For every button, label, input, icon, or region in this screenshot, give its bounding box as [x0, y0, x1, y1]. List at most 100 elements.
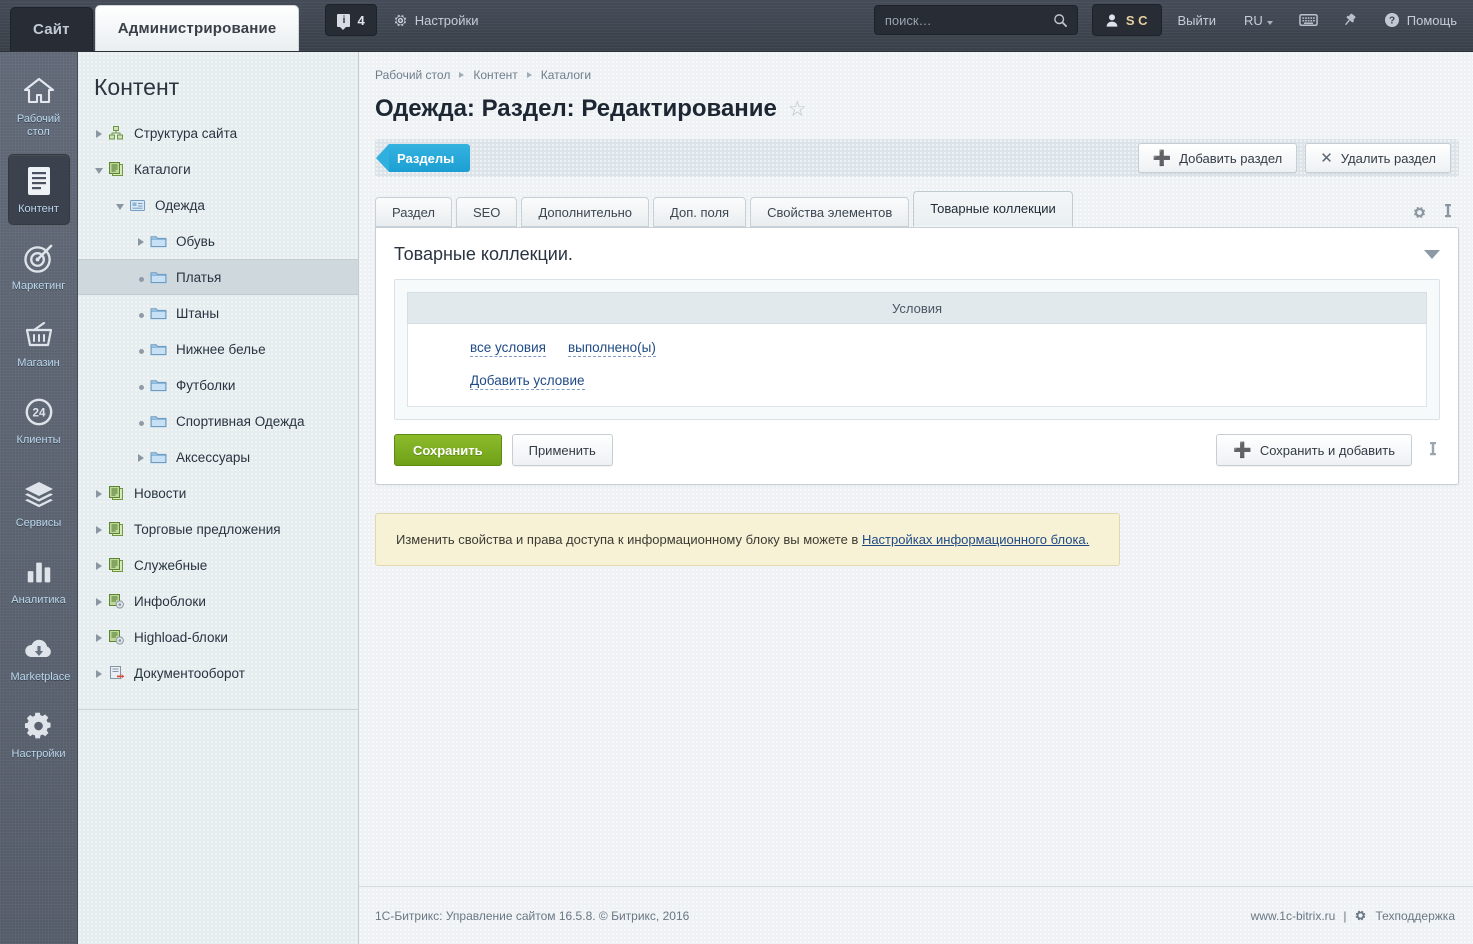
tab-1[interactable]: Раздел	[375, 197, 452, 227]
section-icon	[129, 198, 151, 213]
sidebar-item-desktop[interactable]: Рабочий стол	[8, 64, 70, 148]
breadcrumb-item-0[interactable]: Рабочий стол	[375, 68, 450, 82]
tree-node[interactable]: Документооборот	[78, 655, 358, 691]
logout-link[interactable]: Выйти	[1166, 13, 1229, 28]
user-button[interactable]: S C	[1092, 4, 1162, 36]
chevron-right-icon[interactable]	[90, 630, 108, 645]
tree-node[interactable]: Highload-блоки	[78, 619, 358, 655]
tree-node-label: Инфоблоки	[130, 594, 206, 609]
tab-administration[interactable]: Администрирование	[95, 5, 300, 51]
tree-node[interactable]: Платья	[78, 259, 358, 295]
chevron-down-icon[interactable]	[111, 198, 129, 213]
language-switcher[interactable]: RU	[1232, 13, 1285, 28]
tab-4[interactable]: Доп. поля	[653, 197, 746, 227]
sidebar-item-analytics[interactable]: Аналитика	[8, 545, 70, 616]
chevron-right-icon[interactable]	[90, 594, 108, 609]
top-bar: Сайт Администрирование i 4 Настройки	[0, 0, 1473, 52]
footer-support-link[interactable]: Техподдержка	[1375, 909, 1455, 923]
tree-node-label: Структура сайта	[130, 126, 237, 141]
tree-node[interactable]: Аксессуары	[78, 439, 358, 475]
footer-site-link[interactable]: www.1c-bitrix.ru	[1251, 909, 1336, 923]
sidebar-item-marketplace[interactable]: Marketplace	[8, 622, 70, 693]
tab-2[interactable]: SEO	[456, 197, 517, 227]
chevron-right-icon[interactable]	[132, 450, 150, 465]
footer-divider: |	[1343, 909, 1346, 923]
tree-node[interactable]: Торговые предложения	[78, 511, 358, 547]
tree-node[interactable]: Штаны	[78, 295, 358, 331]
condition-result-link[interactable]: выполнено(ы)	[568, 340, 656, 357]
breadcrumb-item-1[interactable]: Контент	[473, 68, 517, 82]
search-box[interactable]	[874, 5, 1078, 35]
info-notice: Изменить свойства и права доступа к инфо…	[375, 513, 1120, 566]
settings-link[interactable]: Настройки	[381, 4, 491, 36]
save-button[interactable]: Сохранить	[394, 434, 502, 466]
sidebar-item-settings[interactable]: Настройки	[8, 699, 70, 770]
folder-icon	[150, 270, 172, 284]
tree-node[interactable]: Новости	[78, 475, 358, 511]
chevron-right-icon[interactable]	[90, 486, 108, 501]
chevron-right-icon[interactable]	[90, 558, 108, 573]
tree-node[interactable]: Инфоблоки	[78, 583, 358, 619]
tree-node[interactable]: Спортивная Одежда	[78, 403, 358, 439]
tree-node[interactable]: Нижнее белье	[78, 331, 358, 367]
search-icon[interactable]	[1053, 13, 1068, 28]
notifications-button[interactable]: i 4	[325, 4, 376, 36]
tab-3[interactable]: Дополнительно	[521, 197, 649, 227]
iblock-icon	[108, 485, 130, 501]
cloud-download-icon	[11, 632, 67, 666]
tab-site[interactable]: Сайт	[10, 7, 93, 51]
settings-link-label: Настройки	[415, 13, 479, 28]
chevron-right-icon	[459, 72, 464, 78]
add-section-label: Добавить раздел	[1179, 151, 1282, 166]
tab-5[interactable]: Свойства элементов	[750, 197, 909, 227]
search-input[interactable]	[875, 6, 1077, 34]
pin-icon[interactable]	[1332, 12, 1368, 28]
chevron-right-icon[interactable]	[90, 522, 108, 537]
iblock-settings-link[interactable]: Настройках информационного блока.	[862, 532, 1089, 547]
pin-icon[interactable]	[1426, 441, 1440, 459]
form-tabstrip: РазделSEOДополнительноДоп. поляСвойства …	[375, 191, 1459, 227]
tree-node[interactable]: Одежда	[78, 187, 358, 223]
add-section-button[interactable]: ➕ Добавить раздел	[1138, 143, 1298, 173]
sections-ribbon-label: Разделы	[397, 151, 454, 166]
sidebar-item-shop[interactable]: Магазин	[8, 308, 70, 379]
save-and-add-button[interactable]: ➕ Сохранить и добавить	[1216, 434, 1412, 466]
tree-node[interactable]: Структура сайта	[78, 115, 358, 151]
chevron-right-icon[interactable]	[90, 126, 108, 141]
pin-icon[interactable]	[1441, 203, 1455, 221]
chevron-right-icon[interactable]	[132, 234, 150, 249]
target-icon	[11, 241, 67, 275]
tree-node[interactable]: Обувь	[78, 223, 358, 259]
sidebar-item-marketing[interactable]: Маркетинг	[8, 231, 70, 302]
star-icon[interactable]: ☆	[788, 99, 807, 120]
folder-icon	[150, 450, 172, 464]
chevron-down-icon[interactable]	[90, 162, 108, 177]
tree-node[interactable]: Служебные	[78, 547, 358, 583]
keyboard-icon[interactable]	[1289, 13, 1328, 27]
delete-section-button[interactable]: ✕ Удалить раздел	[1305, 143, 1451, 173]
sections-ribbon-button[interactable]: Разделы	[389, 144, 470, 172]
sidebar-item-services[interactable]: Сервисы	[8, 468, 70, 539]
leaf-dot-icon	[132, 306, 150, 321]
breadcrumb-item-2[interactable]: Каталоги	[541, 68, 591, 82]
iblock-icon	[108, 557, 130, 573]
gear-icon[interactable]	[1412, 205, 1427, 220]
add-condition-row: Добавить условие	[470, 373, 1408, 388]
left-rail: Рабочий стол Контент Маркетинг Магазин 2…	[0, 52, 78, 944]
sidebar-item-clients[interactable]: 24 Клиенты	[8, 385, 70, 456]
help-link[interactable]: ? Помощь	[1372, 4, 1473, 36]
chevron-down-icon[interactable]	[1424, 250, 1440, 259]
apply-button[interactable]: Применить	[512, 434, 613, 466]
info-icon: i	[337, 14, 350, 27]
tab-6[interactable]: Товарные коллекции	[913, 191, 1073, 227]
chevron-right-icon[interactable]	[90, 666, 108, 681]
folder-icon	[150, 378, 172, 392]
add-condition-link[interactable]: Добавить условие	[470, 373, 585, 390]
panel-heading: Товарные коллекции.	[394, 244, 573, 265]
sidebar-item-content[interactable]: Контент	[8, 154, 70, 225]
tree-node[interactable]: Каталоги	[78, 151, 358, 187]
document-icon	[11, 164, 67, 198]
condition-all-link[interactable]: все условия	[470, 340, 546, 357]
top-bar-tabs: Сайт Администрирование	[0, 0, 299, 51]
tree-node[interactable]: Футболки	[78, 367, 358, 403]
